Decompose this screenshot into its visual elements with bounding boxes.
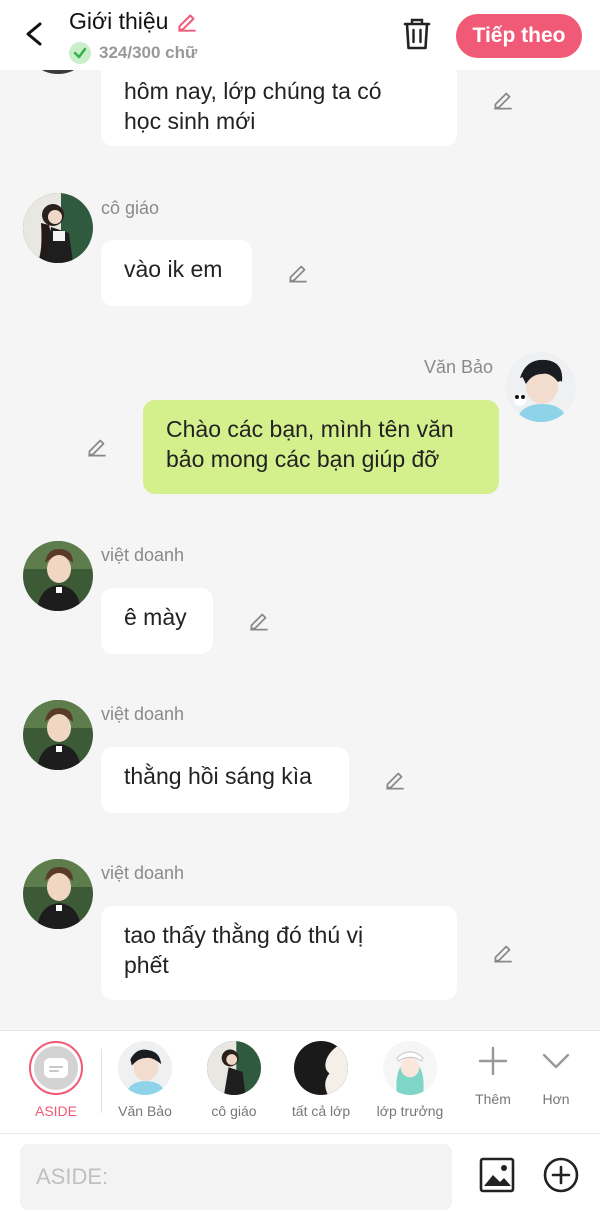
character-aside[interactable]: ASIDE [16,1041,96,1119]
chevron-down-icon [542,1053,570,1069]
character-label: lớp trưởng [376,1103,444,1119]
message-text: hôm nay, lớp chúng ta có [124,78,382,104]
character-label: Văn Bảo [118,1103,172,1119]
avatar [207,1041,261,1095]
message-text: phết [124,952,169,978]
character-label: cô giáo [211,1103,257,1119]
image-icon[interactable] [478,1156,516,1194]
character-co-giao[interactable]: cô giáo [194,1041,274,1119]
edit-pencil-icon[interactable] [246,608,272,634]
avatar [383,1041,437,1095]
avatar-co-giao [23,193,93,263]
page-title[interactable]: Giới thiệu [69,8,200,35]
divider [101,1049,102,1113]
character-label: ASIDE [34,1103,77,1119]
avatar-viet-doanh [23,700,93,770]
aside-avatar [29,1041,83,1095]
message-input[interactable] [20,1144,452,1210]
avatar-van-bao [506,352,576,422]
sender-name: Văn Bảo [424,357,494,377]
more-label: Hơn [542,1091,570,1107]
message-bubble[interactable]: tao thấy thằng đó thú vị phết [101,906,457,1000]
next-button[interactable]: Tiếp theo [456,14,582,58]
message-bubble-mine[interactable]: Chào các bạn, mình tên văn bảo mong các … [143,400,499,494]
avatar-viet-doanh [23,859,93,929]
input-bar [0,1133,600,1222]
character-tat-ca-lop[interactable]: tất cả lớp [281,1041,361,1119]
add-circle-icon[interactable] [542,1156,580,1194]
avatar-viet-doanh [23,541,93,611]
message-bubble[interactable]: hôm nay, lớp chúng ta có học sinh mới [101,62,457,146]
edit-pencil-icon[interactable] [84,434,110,460]
avatar [294,1041,348,1095]
message-text: thằng hồi sáng kìa [124,763,312,789]
message-bubble[interactable]: ê mày [101,588,213,654]
char-count: 324/300 chữ [69,42,197,64]
more-button[interactable]: Hơn [516,1045,596,1107]
message-text: ê mày [124,604,187,630]
character-lop-truong[interactable]: lớp trưởng [370,1041,450,1119]
message-bubble[interactable]: thằng hồi sáng kìa [101,747,349,813]
char-count-text: 324/300 chữ [99,43,198,62]
check-icon [69,42,91,64]
avatar [118,1041,172,1095]
page-title-text: Giới thiệu [69,8,169,34]
message-bubble[interactable]: vào ik em [101,240,252,306]
edit-pencil-icon[interactable] [490,940,516,966]
header: Giới thiệu 324/300 chữ Tiếp theo [0,0,600,70]
message-text: bảo mong các bạn giúp đỡ [166,446,440,472]
sender-name: việt doanh [101,545,185,565]
edit-pencil-icon[interactable] [382,767,408,793]
chat-area: hôm nay, lớp chúng ta có học sinh mới cô… [0,0,600,1030]
edit-pencil-icon[interactable] [490,87,516,113]
message-text: vào ik em [124,256,223,282]
character-bar: ASIDE Văn Bảo cô giáo tất cả lớp lớp trư… [0,1030,600,1134]
back-arrow-icon[interactable] [20,18,48,50]
chat-bubble-icon [44,1058,68,1078]
plus-icon [478,1046,508,1076]
sender-name: việt doanh [101,704,185,724]
character-van-bao[interactable]: Văn Bảo [105,1041,185,1119]
sender-name: việt doanh [101,863,185,883]
edit-title-icon[interactable] [174,9,200,35]
message-text: tao thấy thằng đó thú vị [124,922,364,948]
character-label: tất cả lớp [291,1103,351,1119]
message-text: học sinh mới [124,108,256,134]
message-text: Chào các bạn, mình tên văn [166,416,454,442]
trash-icon[interactable] [400,16,434,52]
sender-name: cô giáo [101,198,160,218]
edit-pencil-icon[interactable] [285,260,311,286]
